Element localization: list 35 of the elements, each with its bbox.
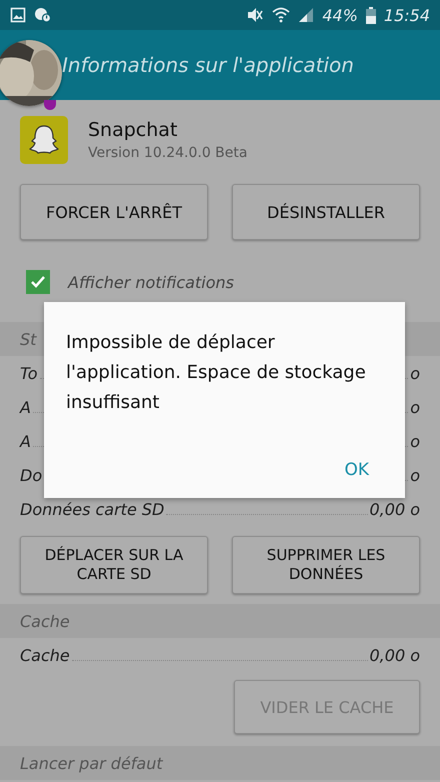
section-title: Cache	[20, 612, 70, 630]
row-value: 0,00 o	[370, 646, 420, 665]
clock: 15:54	[384, 6, 430, 24]
action-button[interactable]: DÉSINSTALLER	[232, 184, 420, 240]
action-button[interactable]: FORCER L'ARRÊT	[20, 184, 208, 240]
checkbox-label: Afficher notifications	[68, 272, 234, 292]
action-button[interactable]: DÉPLACER SUR LA CARTE SD	[20, 536, 208, 594]
checkbox[interactable]	[26, 270, 50, 294]
row-value: 0,00 o	[370, 500, 420, 519]
image-icon	[10, 7, 26, 23]
signal-icon	[298, 7, 314, 23]
section-title: St	[20, 330, 36, 348]
row-label: A	[20, 398, 31, 417]
ok-button[interactable]: OK	[338, 456, 375, 484]
checkmark-icon	[30, 274, 46, 290]
row-label: Do	[20, 466, 42, 485]
row-label: A	[20, 432, 31, 451]
row-label: Données carte SD	[20, 500, 164, 519]
row-label: To	[20, 364, 38, 383]
row-value: o	[410, 466, 420, 485]
row-label: Cache	[20, 646, 70, 665]
row-value: o	[410, 432, 420, 451]
screen-title: Informations sur l'application	[62, 53, 354, 77]
battery-icon	[366, 6, 376, 24]
app-version: Version 10.24.0.0 Beta	[88, 145, 248, 161]
section-title: Lancer par défaut	[20, 754, 163, 772]
battery-percent: 44%	[322, 6, 358, 24]
row-value: o	[410, 364, 420, 383]
action-button[interactable]: SUPPRIMER LES DONNÉES	[232, 536, 420, 594]
ghost-icon	[20, 116, 68, 164]
app-name: Snapchat	[88, 119, 178, 141]
row-value: o	[410, 398, 420, 417]
chat-alert-icon	[34, 7, 52, 23]
dialog-message: Impossible de déplacer l'application. Espace de stockage insuffisant	[66, 331, 367, 415]
wifi-icon	[272, 7, 290, 23]
